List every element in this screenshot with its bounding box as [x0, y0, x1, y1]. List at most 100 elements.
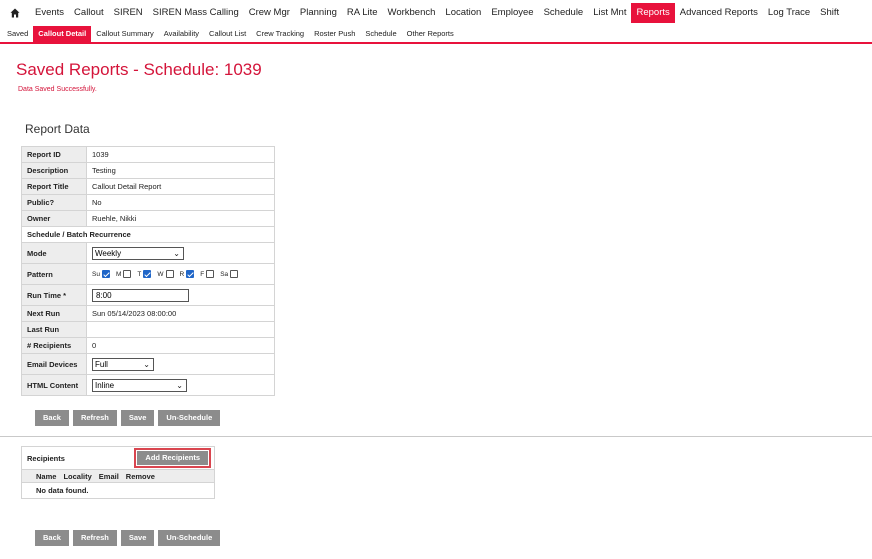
- pattern-checkbox-m[interactable]: [123, 270, 132, 278]
- pattern-checkbox-t[interactable]: [143, 270, 152, 278]
- report-title-label: Report Title: [21, 178, 87, 195]
- mode-label: Mode: [21, 242, 87, 264]
- report-data-table: Report ID 1039 Description Testing Repor…: [21, 146, 275, 396]
- nav-item-siren-mass-calling[interactable]: SIREN Mass Calling: [148, 3, 244, 23]
- nav-item-crew-mgr[interactable]: Crew Mgr: [244, 3, 295, 23]
- top-nav: Events Callout SIREN SIREN Mass Calling …: [0, 0, 872, 26]
- last-run-label: Last Run: [21, 321, 87, 338]
- pattern-day-label-sa: Sa: [220, 270, 229, 278]
- table-row: HTML Content Inline ⌄: [21, 374, 275, 396]
- pattern-day-label-su: Su: [92, 270, 100, 278]
- nav-item-siren[interactable]: SIREN: [109, 3, 148, 23]
- subnav-item-callout-list[interactable]: Callout List: [204, 26, 251, 42]
- mode-select-wrapper: Weekly ⌄: [92, 246, 184, 260]
- back-button[interactable]: Back: [35, 410, 69, 426]
- subnav-item-schedule[interactable]: Schedule: [360, 26, 401, 42]
- refresh-button[interactable]: Refresh: [72, 530, 117, 546]
- nav-item-reports[interactable]: Reports: [631, 3, 675, 23]
- description-value: Testing: [86, 162, 275, 179]
- public-label: Public?: [21, 194, 87, 211]
- report-data-heading: Report Data: [25, 122, 90, 136]
- table-row: Description Testing: [21, 162, 275, 179]
- page-title: Saved Reports - Schedule: 1039: [16, 60, 262, 79]
- nav-item-callout[interactable]: Callout: [69, 3, 109, 23]
- nav-item-list-mnt[interactable]: List Mnt: [588, 3, 631, 23]
- subnav-item-callout-detail[interactable]: Callout Detail: [33, 26, 92, 42]
- mode-select[interactable]: Weekly: [92, 246, 184, 260]
- table-row: Email Devices Full ⌄: [21, 353, 275, 375]
- refresh-button[interactable]: Refresh: [72, 410, 117, 426]
- next-run-value: Sun 05/14/2023 08:00:00: [86, 305, 275, 322]
- table-row: Next Run Sun 05/14/2023 08:00:00: [21, 305, 275, 322]
- nav-item-advanced-reports[interactable]: Advanced Reports: [675, 3, 763, 23]
- subnav-item-saved[interactable]: Saved: [2, 26, 33, 42]
- nav-item-employee[interactable]: Employee: [486, 3, 538, 23]
- column-header-locality[interactable]: Locality: [63, 472, 91, 481]
- next-run-label: Next Run: [21, 305, 87, 322]
- run-time-label: Run Time *: [21, 284, 87, 306]
- table-row: Owner Ruehle, Nikki: [21, 210, 275, 227]
- back-button[interactable]: Back: [35, 530, 69, 546]
- html-content-cell: Inline ⌄: [86, 374, 275, 396]
- column-header-remove[interactable]: Remove: [126, 472, 155, 481]
- flash-message: Data Saved Successfully.: [18, 86, 97, 93]
- run-time-input[interactable]: [92, 288, 189, 302]
- email-devices-label: Email Devices: [21, 353, 87, 375]
- pattern-checkbox-sa[interactable]: [230, 270, 239, 278]
- pattern-day-label-w: W: [157, 270, 164, 278]
- pattern-day-label-r: R: [179, 270, 185, 278]
- subnav-item-availability[interactable]: Availability: [159, 26, 204, 42]
- schedule-section-header: Schedule / Batch Recurrence: [21, 226, 275, 243]
- save-button[interactable]: Save: [120, 530, 155, 546]
- nav-item-workbench[interactable]: Workbench: [383, 3, 441, 23]
- html-content-select-wrapper: Inline ⌄: [92, 378, 187, 392]
- recipients-count-value: 0: [86, 337, 275, 354]
- nav-item-location[interactable]: Location: [440, 3, 486, 23]
- table-row: Schedule / Batch Recurrence: [21, 226, 275, 243]
- home-icon[interactable]: [10, 8, 24, 18]
- report-id-value: 1039: [86, 146, 275, 163]
- subnav-item-callout-summary[interactable]: Callout Summary: [91, 26, 159, 42]
- run-time-cell: [86, 284, 275, 306]
- mode-cell: Weekly ⌄: [86, 242, 275, 264]
- recipients-empty-message: No data found.: [36, 486, 89, 495]
- report-title-value: Callout Detail Report: [86, 178, 275, 195]
- bottom-button-row: Back Refresh Save Un-Schedule: [35, 530, 221, 546]
- table-row: Last Run: [21, 321, 275, 338]
- html-content-select[interactable]: Inline: [92, 378, 187, 392]
- nav-item-log-trace[interactable]: Log Trace: [763, 3, 815, 23]
- pattern-day-label-f: F: [200, 270, 205, 278]
- table-row: Pattern Su M T W R F Sa: [21, 263, 275, 285]
- column-header-name[interactable]: Name: [36, 472, 56, 481]
- pattern-day-label-t: T: [137, 270, 142, 278]
- subnav-item-roster-push[interactable]: Roster Push: [309, 26, 360, 42]
- pattern-checkbox-f[interactable]: [206, 270, 215, 278]
- save-button[interactable]: Save: [120, 410, 155, 426]
- unschedule-button[interactable]: Un-Schedule: [158, 410, 221, 426]
- pattern-cell: Su M T W R F Sa: [86, 263, 275, 285]
- recipients-count-label: # Recipients: [21, 337, 87, 354]
- pattern-checkbox-w[interactable]: [165, 270, 174, 278]
- email-devices-select[interactable]: Full: [92, 357, 154, 371]
- pattern-day-label-m: M: [115, 270, 122, 278]
- table-row: Report Title Callout Detail Report: [21, 178, 275, 195]
- pattern-checkbox-su[interactable]: [101, 270, 110, 278]
- table-row: Report ID 1039: [21, 146, 275, 163]
- unschedule-button[interactable]: Un-Schedule: [158, 530, 221, 546]
- nav-item-schedule[interactable]: Schedule: [539, 3, 589, 23]
- subnav-item-crew-tracking[interactable]: Crew Tracking: [251, 26, 309, 42]
- table-row: # Recipients 0: [21, 337, 275, 354]
- owner-label: Owner: [21, 210, 87, 227]
- nav-item-planning[interactable]: Planning: [295, 3, 342, 23]
- table-row: Mode Weekly ⌄: [21, 242, 275, 264]
- column-header-email[interactable]: Email: [99, 472, 119, 481]
- add-recipients-button[interactable]: Add Recipients: [137, 451, 208, 465]
- email-devices-select-wrapper: Full ⌄: [92, 357, 154, 371]
- nav-item-ra-lite[interactable]: RA Lite: [342, 3, 383, 23]
- pattern-checkbox-r[interactable]: [186, 270, 195, 278]
- nav-item-events[interactable]: Events: [30, 3, 69, 23]
- subnav-item-other-reports[interactable]: Other Reports: [402, 26, 459, 42]
- add-recipients-highlight: Add Recipients: [134, 448, 211, 468]
- html-content-label: HTML Content: [21, 374, 87, 396]
- nav-item-shift[interactable]: Shift: [815, 3, 844, 23]
